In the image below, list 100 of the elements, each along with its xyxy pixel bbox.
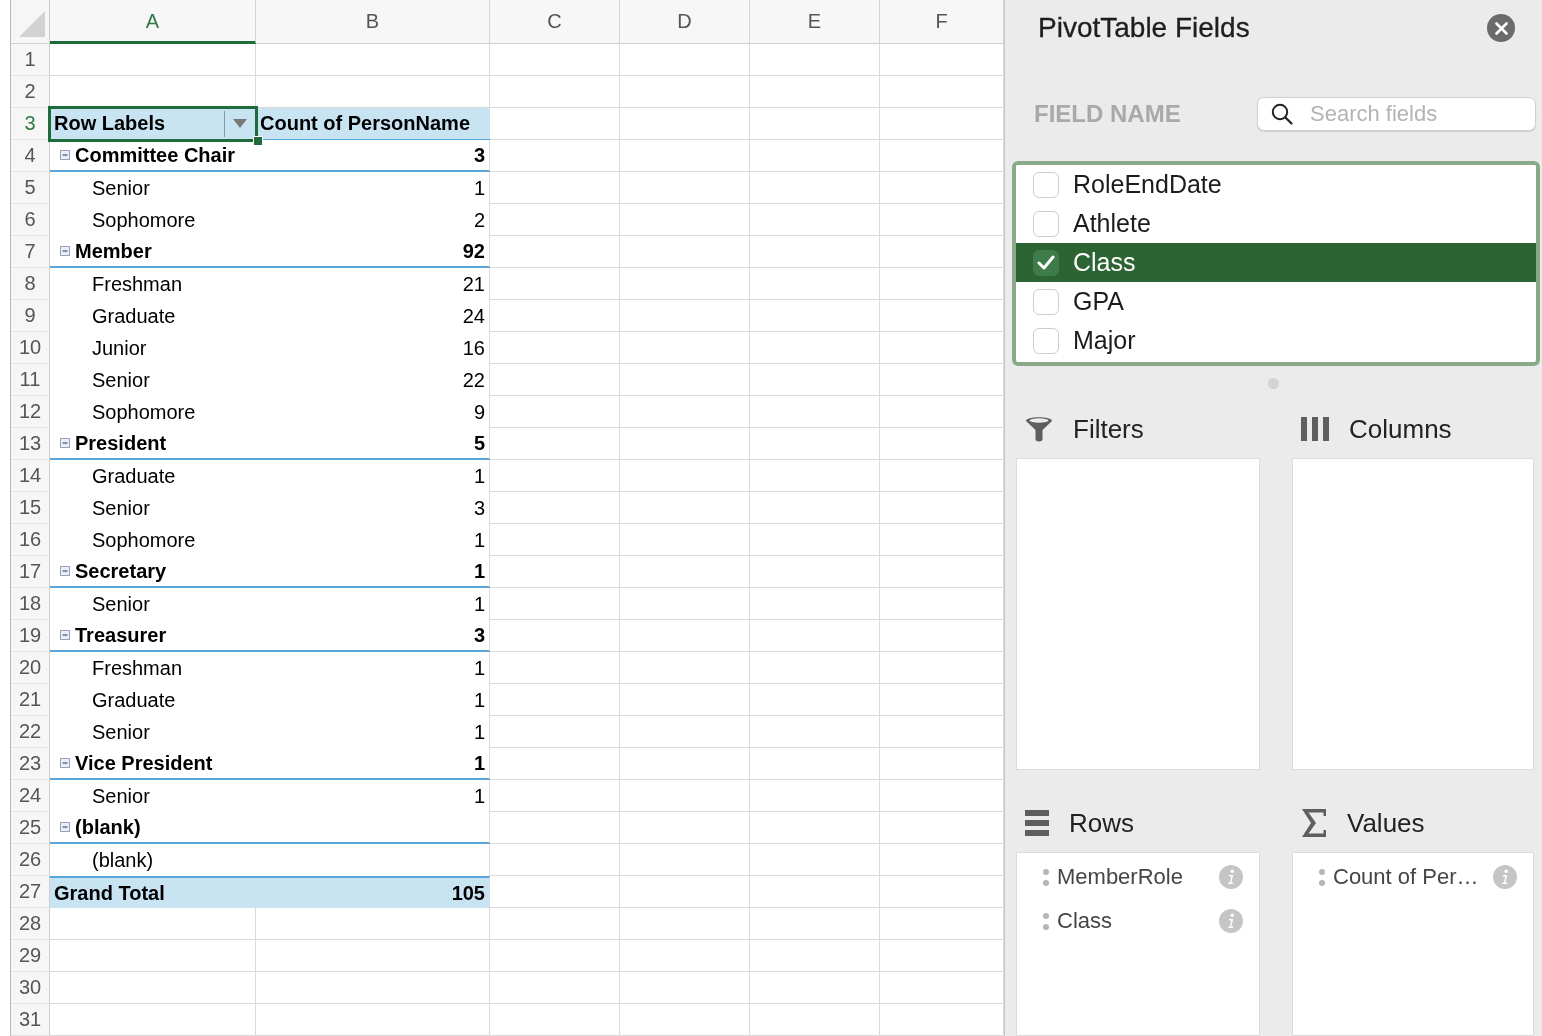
collapse-icon[interactable] (60, 630, 70, 640)
search-field[interactable]: Search fields (1257, 97, 1536, 131)
empty-cell[interactable] (620, 300, 750, 332)
collapse-icon[interactable] (60, 438, 70, 448)
column-header[interactable]: B (256, 0, 490, 44)
empty-cell[interactable] (750, 684, 880, 716)
info-icon[interactable] (1219, 865, 1243, 889)
empty-cell[interactable] (750, 364, 880, 396)
row-header[interactable]: 18 (11, 588, 50, 620)
empty-cell[interactable] (750, 44, 880, 76)
empty-cell[interactable] (750, 460, 880, 492)
collapse-icon[interactable] (60, 150, 70, 160)
empty-cell[interactable] (256, 940, 490, 972)
empty-cell[interactable] (490, 300, 620, 332)
empty-cell[interactable] (750, 716, 880, 748)
column-header[interactable]: E (750, 0, 880, 44)
info-icon[interactable] (1219, 909, 1243, 933)
empty-cell[interactable] (490, 492, 620, 524)
empty-cell[interactable] (620, 268, 750, 300)
column-header[interactable]: A (50, 0, 256, 44)
row-header[interactable]: 7 (11, 236, 50, 268)
empty-cell[interactable] (750, 940, 880, 972)
row-header[interactable]: 24 (11, 780, 50, 812)
fill-handle[interactable] (253, 136, 263, 146)
empty-cell[interactable] (620, 44, 750, 76)
row-header[interactable]: 16 (11, 524, 50, 556)
row-header[interactable]: 10 (11, 332, 50, 364)
empty-cell[interactable] (620, 236, 750, 268)
checkbox[interactable] (1033, 249, 1059, 276)
row-header[interactable]: 23 (11, 748, 50, 780)
collapse-icon[interactable] (60, 822, 70, 832)
empty-cell[interactable] (490, 44, 620, 76)
row-header[interactable]: 17 (11, 556, 50, 588)
empty-cell[interactable] (620, 972, 750, 1004)
empty-cell[interactable] (490, 172, 620, 204)
empty-cell[interactable] (620, 684, 750, 716)
empty-cell[interactable] (750, 76, 880, 108)
empty-cell[interactable] (256, 908, 490, 940)
empty-cell[interactable] (490, 268, 620, 300)
area-field[interactable]: Class (1017, 899, 1259, 943)
field-item[interactable]: Class (1016, 243, 1536, 282)
info-icon[interactable] (1493, 865, 1517, 889)
empty-cell[interactable] (256, 1004, 490, 1036)
empty-cell[interactable] (620, 588, 750, 620)
empty-cell[interactable] (750, 812, 880, 844)
empty-cell[interactable] (750, 876, 880, 908)
empty-cell[interactable] (620, 876, 750, 908)
empty-cell[interactable] (620, 396, 750, 428)
empty-cell[interactable] (620, 556, 750, 588)
column-header[interactable]: C (490, 0, 620, 44)
empty-cell[interactable] (490, 588, 620, 620)
empty-cell[interactable] (490, 940, 620, 972)
row-header[interactable]: 19 (11, 620, 50, 652)
row-header[interactable]: 30 (11, 972, 50, 1004)
row-header[interactable]: 20 (11, 652, 50, 684)
empty-cell[interactable] (620, 940, 750, 972)
row-header[interactable]: 2 (11, 76, 50, 108)
row-header[interactable]: 14 (11, 460, 50, 492)
empty-cell[interactable] (750, 588, 880, 620)
empty-cell[interactable] (750, 748, 880, 780)
row-header[interactable]: 1 (11, 44, 50, 76)
empty-cell[interactable] (256, 44, 490, 76)
empty-cell[interactable] (620, 76, 750, 108)
empty-cell[interactable] (490, 460, 620, 492)
row-header[interactable]: 27 (11, 876, 50, 908)
row-header[interactable]: 21 (11, 684, 50, 716)
empty-cell[interactable] (620, 364, 750, 396)
empty-cell[interactable] (490, 1004, 620, 1036)
empty-cell[interactable] (750, 1004, 880, 1036)
empty-cell[interactable] (750, 908, 880, 940)
collapse-icon[interactable] (60, 758, 70, 768)
row-header[interactable]: 4 (11, 140, 50, 172)
empty-cell[interactable] (750, 236, 880, 268)
empty-cell[interactable] (750, 844, 880, 876)
empty-cell[interactable] (620, 620, 750, 652)
empty-cell[interactable] (490, 236, 620, 268)
empty-cell[interactable] (620, 812, 750, 844)
collapse-icon[interactable] (60, 246, 70, 256)
empty-cell[interactable] (750, 108, 880, 140)
empty-cell[interactable] (750, 268, 880, 300)
empty-cell[interactable] (490, 780, 620, 812)
empty-cell[interactable] (490, 620, 620, 652)
empty-cell[interactable] (620, 716, 750, 748)
empty-cell[interactable] (620, 460, 750, 492)
empty-cell[interactable] (750, 492, 880, 524)
row-header[interactable]: 6 (11, 204, 50, 236)
empty-cell[interactable] (256, 972, 490, 1004)
empty-cell[interactable] (620, 492, 750, 524)
empty-cell[interactable] (490, 428, 620, 460)
empty-cell[interactable] (490, 812, 620, 844)
row-header[interactable]: 22 (11, 716, 50, 748)
empty-cell[interactable] (490, 556, 620, 588)
area-field[interactable]: Count of Per… (1293, 855, 1533, 899)
empty-cell[interactable] (490, 364, 620, 396)
empty-cell[interactable] (620, 172, 750, 204)
empty-cell[interactable] (750, 172, 880, 204)
empty-cell[interactable] (750, 332, 880, 364)
empty-cell[interactable] (620, 428, 750, 460)
empty-cell[interactable] (490, 204, 620, 236)
empty-cell[interactable] (620, 748, 750, 780)
